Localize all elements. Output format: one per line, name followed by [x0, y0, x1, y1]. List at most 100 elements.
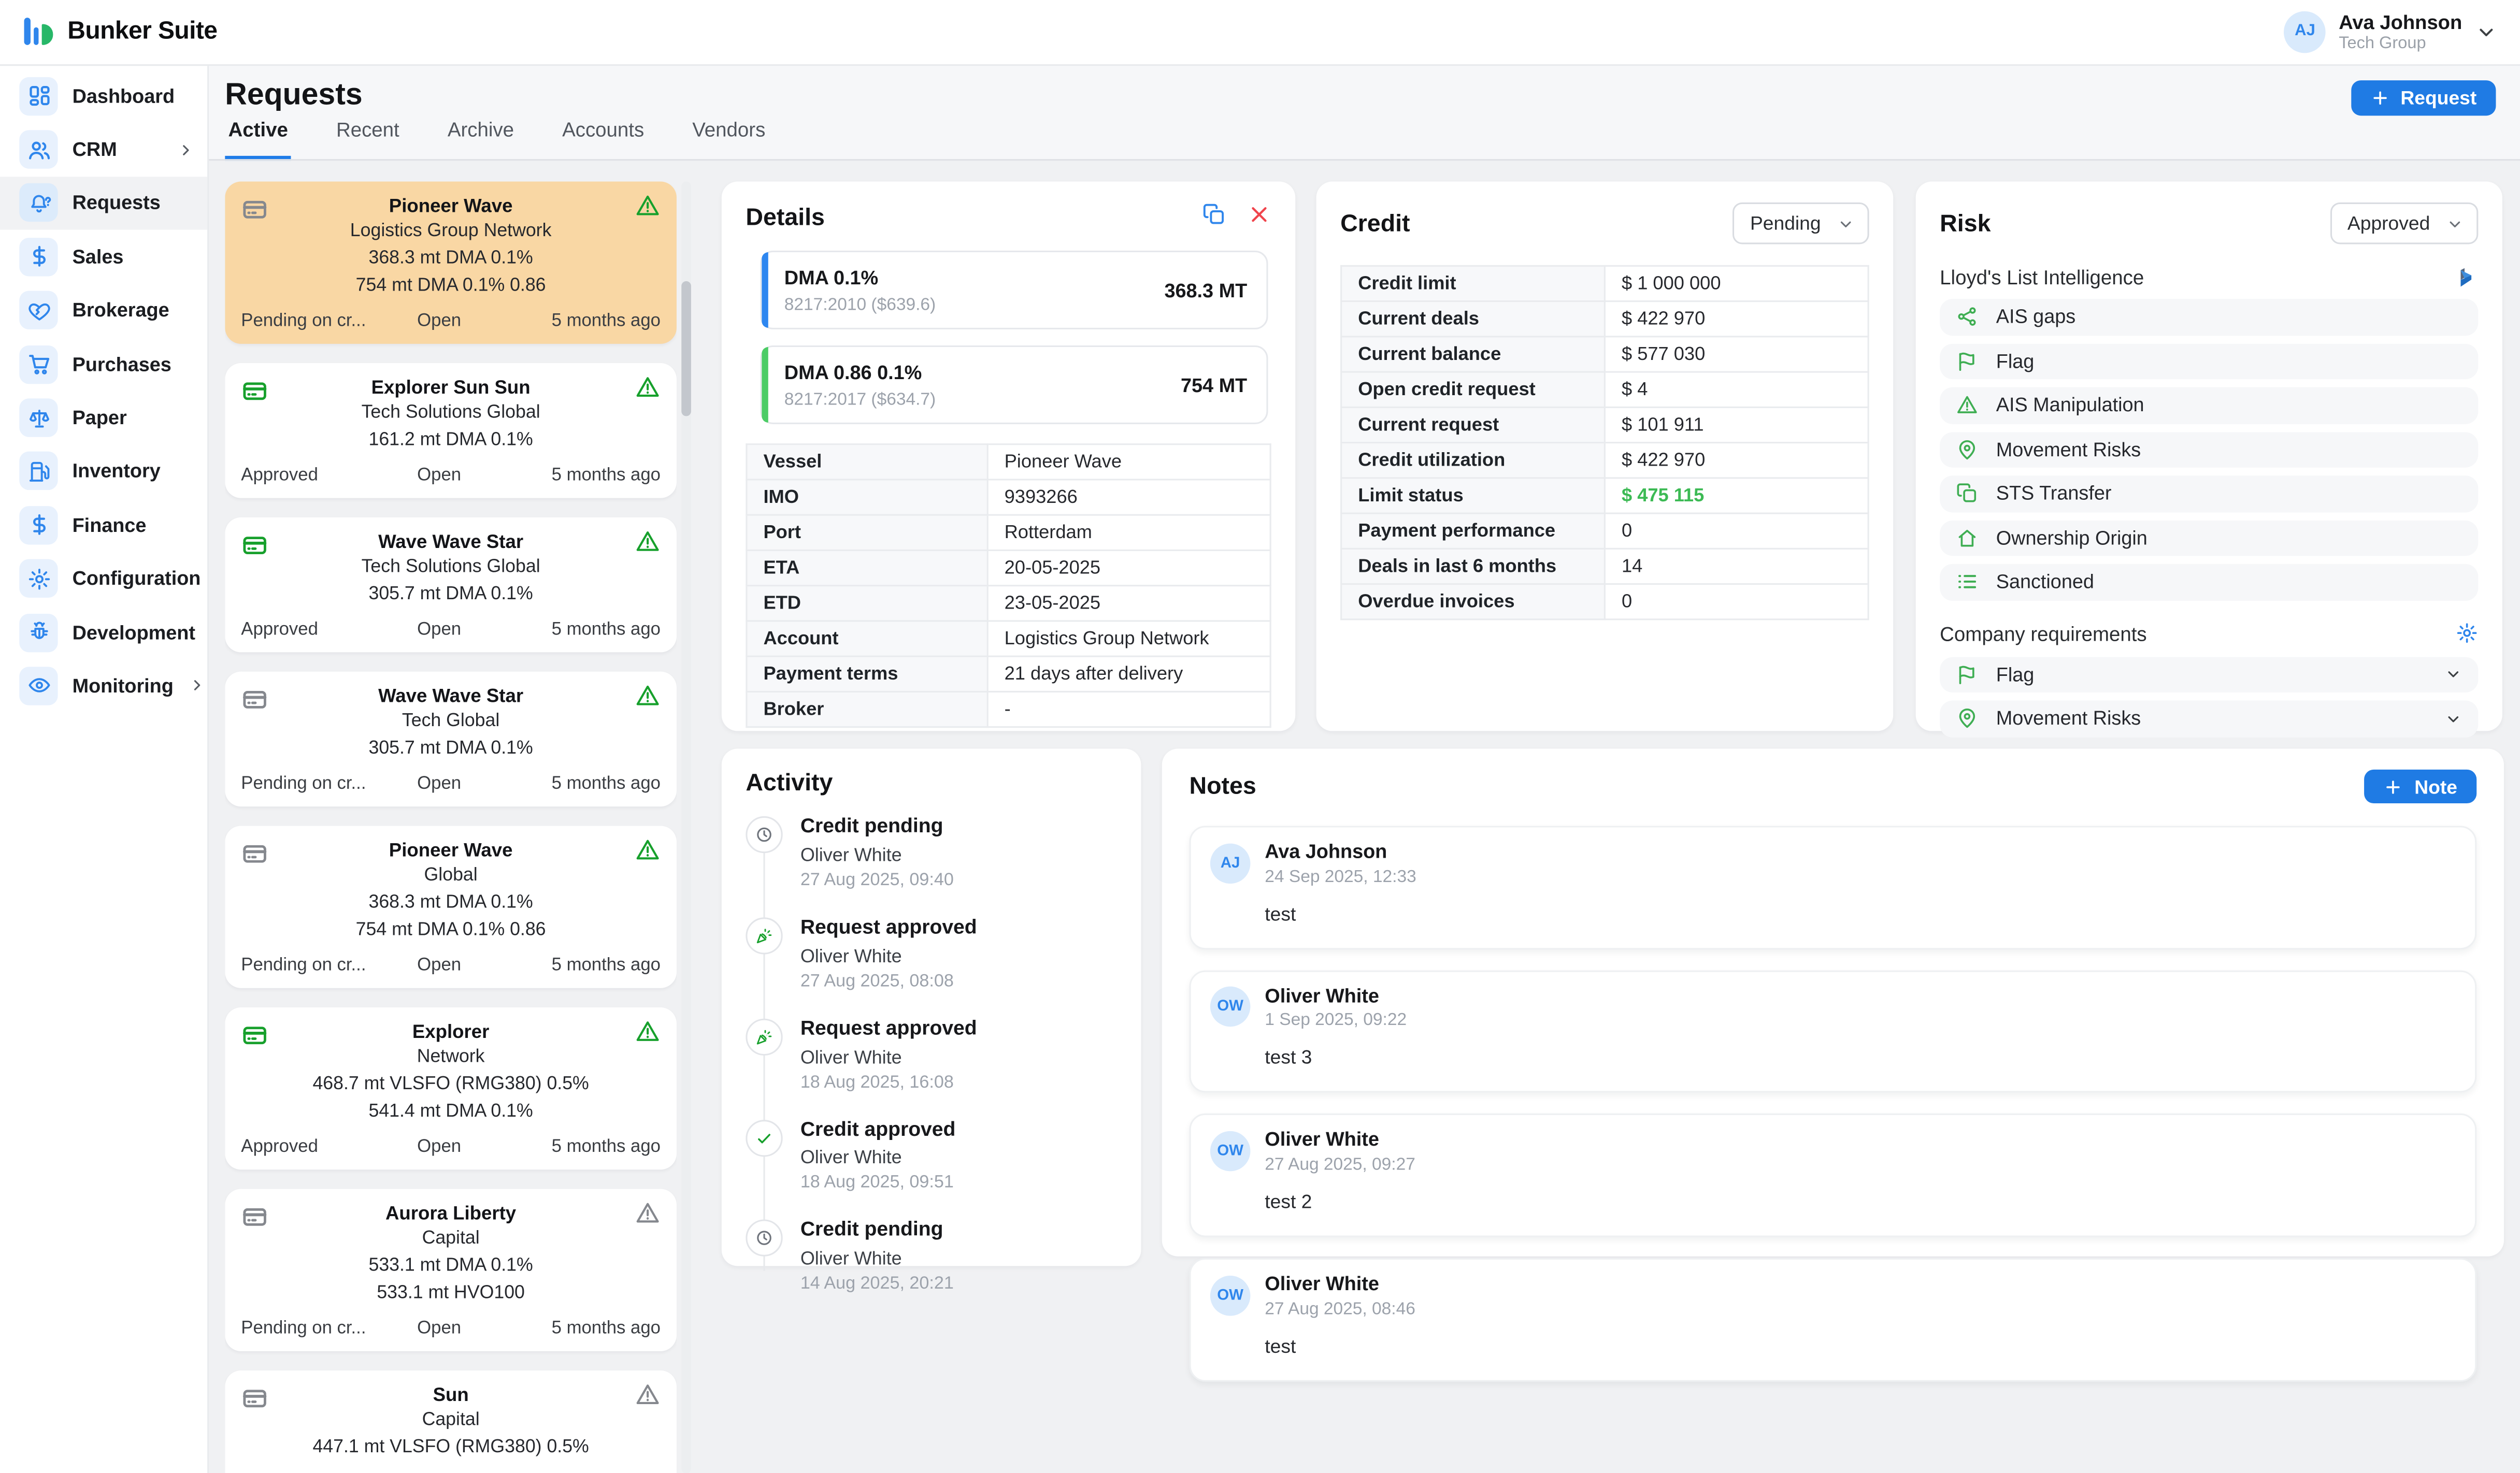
avatar: AJ: [2284, 11, 2326, 53]
details-row: Payment terms 21 days after delivery: [747, 656, 1270, 691]
warning-icon: [635, 837, 661, 863]
risk-check-row: AIS Manipulation: [1940, 387, 2478, 424]
chevron-down-icon: [2475, 21, 2497, 43]
request-state: Open: [381, 956, 497, 975]
credit-card-icon: [241, 532, 268, 559]
credit-row-value: $ 422 970: [1605, 443, 1868, 478]
fuel-item: DMA 0.1% 8217:2010 ($639.6) 368.3 MT: [760, 251, 1268, 329]
request-card[interactable]: Explorer Sun Sun Tech Solutions Global 1…: [225, 363, 677, 498]
request-card[interactable]: Pioneer Wave Logistics Group Network 368…: [225, 182, 677, 344]
risk-check-label: Flag: [1996, 350, 2035, 372]
risk-check-label: Sanctioned: [1996, 571, 2094, 593]
credit-status-select[interactable]: Pending: [1732, 203, 1869, 244]
risk-check-label: AIS Manipulation: [1996, 394, 2144, 416]
request-state: Open: [381, 620, 497, 639]
credit-row-value: $ 422 970: [1605, 301, 1868, 337]
sidebar-item-label: Dashboard: [73, 84, 175, 107]
details-field-label: Payment terms: [747, 656, 987, 691]
details-field-value: Rotterdam: [987, 515, 1270, 550]
sidebar-item[interactable]: Paper: [0, 391, 207, 445]
note-author: Oliver White: [1265, 984, 1407, 1007]
request-status: Pending on cr...: [241, 774, 381, 793]
sidebar-item-label: CRM: [73, 138, 163, 161]
sidebar-item-icon: [19, 345, 58, 383]
sidebar-item[interactable]: Monitoring: [0, 659, 207, 713]
activity-event: Request approved Oliver White 18 Aug 202…: [746, 1018, 1117, 1092]
risk-status-select[interactable]: Approved: [2330, 203, 2479, 244]
details-row: ETA 20-05-2025: [747, 550, 1270, 585]
sidebar-item[interactable]: Dashboard: [0, 69, 207, 123]
credit-card-icon: [241, 840, 268, 868]
activity-event-title: Credit pending: [800, 1220, 1117, 1243]
request-vessel: Pioneer Wave: [241, 194, 661, 216]
activity-event: Credit approved Oliver White 18 Aug 2025…: [746, 1119, 1117, 1193]
sidebar-item[interactable]: Brokerage: [0, 284, 207, 338]
request-card[interactable]: Pioneer Wave Global 368.3 mt DMA 0.1% 75…: [225, 826, 677, 988]
add-request-button[interactable]: Request: [2351, 80, 2496, 115]
details-row: Account Logistics Group Network: [747, 621, 1270, 656]
request-card[interactable]: Sun Capital 447.1 mt VLSFO (RMG380) 0.5%…: [225, 1370, 677, 1473]
gear-icon[interactable]: [2456, 621, 2478, 648]
activity-event-icon: [746, 1220, 782, 1257]
activity-event-user: Oliver White: [800, 946, 1117, 966]
credit-row-label: Credit limit: [1341, 266, 1605, 301]
user-name: Ava Johnson: [2339, 11, 2462, 34]
fuel-spec: 8217:2017 ($634.7): [784, 391, 936, 410]
sidebar-item[interactable]: CRM: [0, 123, 207, 177]
user-menu[interactable]: AJ Ava Johnson Tech Group: [2284, 11, 2520, 53]
activity-event-user: Oliver White: [800, 1249, 1117, 1269]
copy-icon[interactable]: [1202, 203, 1226, 232]
tab[interactable]: Recent: [333, 119, 403, 161]
credit-table: Credit limit $ 1 000 000 Current deals $…: [1340, 265, 1869, 620]
credit-card-icon: [241, 1021, 268, 1049]
tab[interactable]: Vendors: [689, 119, 768, 161]
note-text: test 2: [1265, 1190, 2456, 1212]
sidebar-item[interactable]: Inventory: [0, 444, 207, 498]
sidebar-item-label: Brokerage: [73, 299, 169, 322]
sidebar-item[interactable]: Purchases: [0, 337, 207, 391]
sidebar-item[interactable]: Finance: [0, 498, 207, 552]
sidebar-item-icon: [19, 613, 58, 652]
request-quantity-2: 541.4 mt DMA 0.1%: [241, 1102, 661, 1124]
request-quantity-1: 305.7 mt DMA 0.1%: [241, 585, 661, 607]
plus-icon: [2370, 89, 2389, 108]
scrollbar-thumb[interactable]: [681, 281, 691, 416]
request-account: Network: [241, 1048, 661, 1070]
credit-row-value: $ 4: [1605, 372, 1868, 407]
tab[interactable]: Accounts: [559, 119, 648, 161]
warning-icon: [635, 193, 661, 219]
request-quantity-2: 754 mt DMA 0.1% 0.86: [241, 921, 661, 943]
tab[interactable]: Active: [225, 119, 291, 161]
note-text: test 3: [1265, 1046, 2456, 1068]
risk-panel: Risk Approved Lloyd's List Intelligence …: [1916, 182, 2502, 731]
note-date: 24 Sep 2025, 12:33: [1265, 867, 1416, 886]
warning-icon: [635, 528, 661, 554]
sidebar-item[interactable]: Sales: [0, 230, 207, 284]
request-card[interactable]: Wave Wave Star Tech Global 305.7 mt DMA …: [225, 671, 677, 806]
company-check-row[interactable]: Flag: [1940, 656, 2478, 692]
risk-check-label: AIS gaps: [1996, 306, 2075, 328]
risk-check-row: Movement Risks: [1940, 431, 2478, 468]
sidebar-item[interactable]: Development: [0, 605, 207, 659]
tab[interactable]: Archive: [445, 119, 518, 161]
activity-event-title: Request approved: [800, 1018, 1117, 1041]
credit-row: Deals in last 6 months 14: [1341, 548, 1868, 584]
sidebar-item-label: Requests: [73, 192, 163, 214]
request-vessel: Pioneer Wave: [241, 839, 661, 861]
close-icon[interactable]: [1247, 203, 1271, 232]
request-card[interactable]: Aurora Liberty Capital 533.1 mt DMA 0.1%…: [225, 1189, 677, 1351]
note-date: 1 Sep 2025, 09:22: [1265, 1011, 1407, 1030]
credit-row-value: $ 577 030: [1605, 337, 1868, 372]
add-note-button[interactable]: Note: [2365, 770, 2476, 803]
request-card[interactable]: Explorer Network 468.7 mt VLSFO (RMG380)…: [225, 1007, 677, 1169]
request-card[interactable]: Wave Wave Star Tech Solutions Global 305…: [225, 517, 677, 652]
brand-name: Bunker Suite: [67, 18, 217, 47]
request-state: Open: [381, 1319, 497, 1338]
sidebar-item[interactable]: Configuration: [0, 552, 207, 606]
risk-check-row: Sanctioned: [1940, 564, 2478, 600]
credit-row: Limit status $ 475 115: [1341, 478, 1868, 513]
sidebar-item[interactable]: Requests: [0, 177, 207, 230]
company-check-row[interactable]: Movement Risks: [1940, 700, 2478, 736]
credit-status-value: Pending: [1750, 212, 1821, 234]
request-quantity-1: 368.3 mt DMA 0.1%: [241, 249, 661, 271]
